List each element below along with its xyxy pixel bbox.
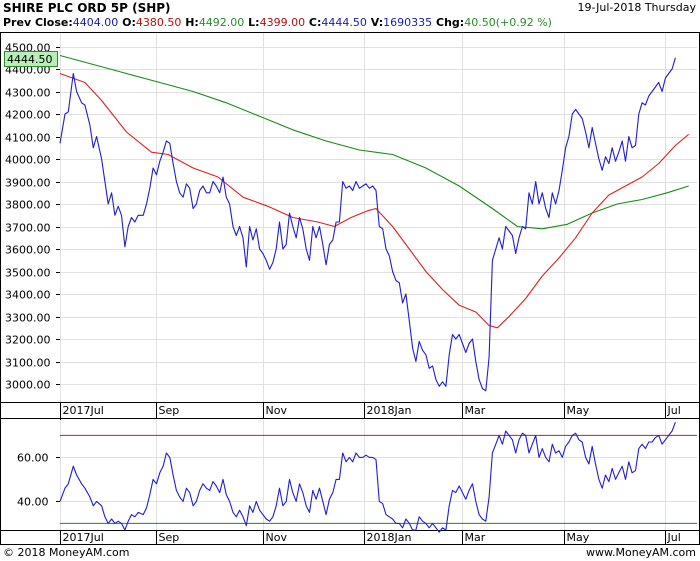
price-y-tick-label: 3500.00 [5, 267, 51, 280]
rsi-x-tick-label: Mar [465, 531, 486, 544]
rsi-x-tick-label: 2018Jan [367, 531, 412, 544]
last-price-badge-label: 4444.50 [7, 53, 53, 66]
price-y-tick-label: 4300.00 [5, 87, 51, 100]
x-tick-label: 2018Jan [367, 404, 412, 417]
x-tick-label: Sep [159, 404, 180, 417]
price-y-tick-label: 3700.00 [5, 222, 51, 235]
x-tick-label: Nov [266, 404, 288, 417]
moving-average-long-line [59, 54, 689, 230]
rsi-x-tick-label: May [567, 531, 590, 544]
rsi-x-tick-label: Nov [266, 531, 288, 544]
rsi-y-tick-label: 40.00 [17, 496, 49, 509]
chart-frame [0, 32, 700, 545]
footer-site: www.MoneyAM.com [586, 546, 696, 559]
x-tick-label: Jul [667, 404, 681, 417]
price-y-tick-label: 3100.00 [5, 357, 51, 370]
price-y-tick-label: 4000.00 [5, 154, 51, 167]
price-y-tick-label: 3800.00 [5, 199, 51, 212]
price-y-tick-label: 3400.00 [5, 289, 51, 302]
x-tick-label: 2017Jul [63, 404, 104, 417]
rsi-line [59, 422, 676, 533]
price-y-tick-label: 3200.00 [5, 334, 51, 347]
price-y-tick-label: 3600.00 [5, 244, 51, 257]
x-tick-label: Mar [465, 404, 486, 417]
rsi-x-tick-label: Sep [159, 531, 180, 544]
price-y-tick-label: 4100.00 [5, 132, 51, 145]
price-y-tick-label: 4200.00 [5, 109, 51, 122]
x-tick-label: May [567, 404, 590, 417]
price-y-tick-label: 3300.00 [5, 312, 51, 325]
price-line [59, 57, 676, 392]
rsi-x-tick-label: 2017Jul [63, 531, 104, 544]
price-y-tick-label: 3000.00 [5, 379, 51, 392]
price-y-tick-label: 3900.00 [5, 177, 51, 190]
footer-copyright: © 2018 MoneyAM.com [3, 546, 130, 559]
rsi-x-tick-label: Jul [667, 531, 681, 544]
rsi-y-tick-label: 60.00 [17, 452, 49, 465]
moving-average-short-line [59, 72, 690, 329]
price-chart: 3000.00 3100.00 3200.00 3300.00 3400.00 3500.… [0, 32, 700, 545]
